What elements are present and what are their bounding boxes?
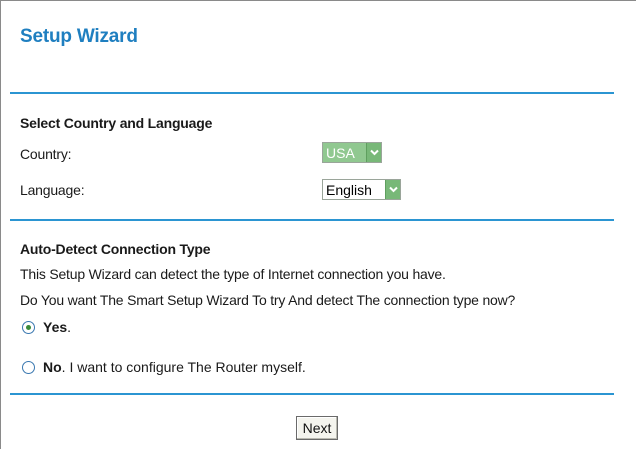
option-yes-suffix: . — [67, 319, 72, 335]
language-select[interactable]: English — [322, 179, 401, 200]
divider-bottom — [10, 393, 614, 395]
radio-checked-icon[interactable] — [22, 320, 35, 334]
page-title: Setup Wizard — [20, 26, 138, 47]
wizard-frame — [0, 0, 636, 449]
option-yes[interactable]: Yes. — [22, 319, 71, 335]
radio-unchecked-icon[interactable] — [22, 360, 35, 374]
chevron-down-icon[interactable] — [366, 143, 381, 162]
option-no[interactable]: No. I want to configure The Router mysel… — [22, 359, 306, 375]
option-yes-label: Yes — [43, 319, 68, 335]
country-select[interactable]: USA — [322, 142, 382, 163]
option-no-label: No — [43, 359, 62, 375]
country-label: Country: — [20, 146, 72, 162]
country-select-value: USA — [323, 143, 366, 162]
language-label: Language: — [20, 182, 85, 198]
auto-detect-heading: Auto-Detect Connection Type — [20, 241, 211, 257]
country-language-heading: Select Country and Language — [20, 115, 213, 131]
divider-middle — [10, 219, 614, 221]
language-select-value: English — [326, 181, 372, 198]
next-button[interactable]: Next — [296, 416, 338, 440]
auto-detect-description: This Setup Wizard can detect the type of… — [20, 266, 446, 282]
divider-top — [10, 92, 614, 94]
auto-detect-question: Do You want The Smart Setup Wizard To tr… — [20, 292, 516, 308]
chevron-down-icon[interactable] — [385, 180, 400, 199]
option-no-suffix: . I want to configure The Router myself. — [61, 359, 306, 375]
